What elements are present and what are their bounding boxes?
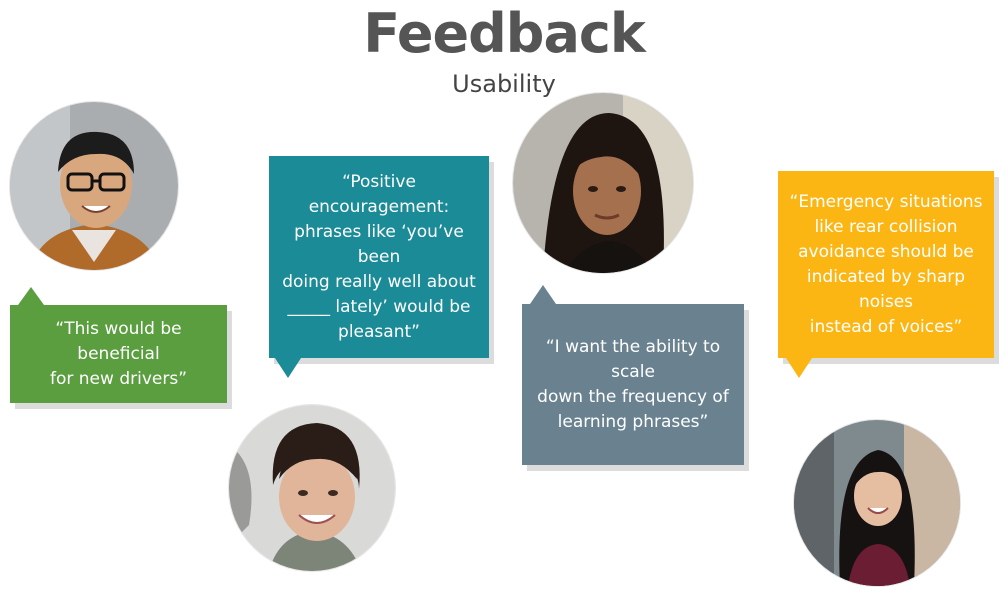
page-subtitle: Usability [452, 70, 556, 98]
feedback-quote: “This would be beneficial for new driver… [50, 318, 187, 389]
speech-tail [786, 358, 812, 378]
avatar [794, 420, 960, 586]
speech-tail [18, 287, 44, 305]
feedback-card: “Positive encouragement: phrases like ‘y… [269, 156, 489, 358]
feedback-card: “This would be beneficial for new driver… [10, 305, 227, 403]
speech-tail [275, 358, 301, 378]
avatar [10, 102, 178, 270]
feedback-quote: “Positive encouragement: phrases like ‘y… [282, 171, 476, 342]
feedback-quote: “Emergency situations like rear collisio… [789, 191, 983, 337]
avatar [513, 93, 693, 273]
page-title: Feedback [363, 2, 646, 65]
feedback-quote: “I want the ability to scale down the fr… [537, 336, 729, 432]
speech-tail [530, 285, 556, 304]
feedback-card: “I want the ability to scale down the fr… [522, 304, 744, 465]
avatar [229, 405, 395, 571]
feedback-card: “Emergency situations like rear collisio… [778, 171, 994, 358]
